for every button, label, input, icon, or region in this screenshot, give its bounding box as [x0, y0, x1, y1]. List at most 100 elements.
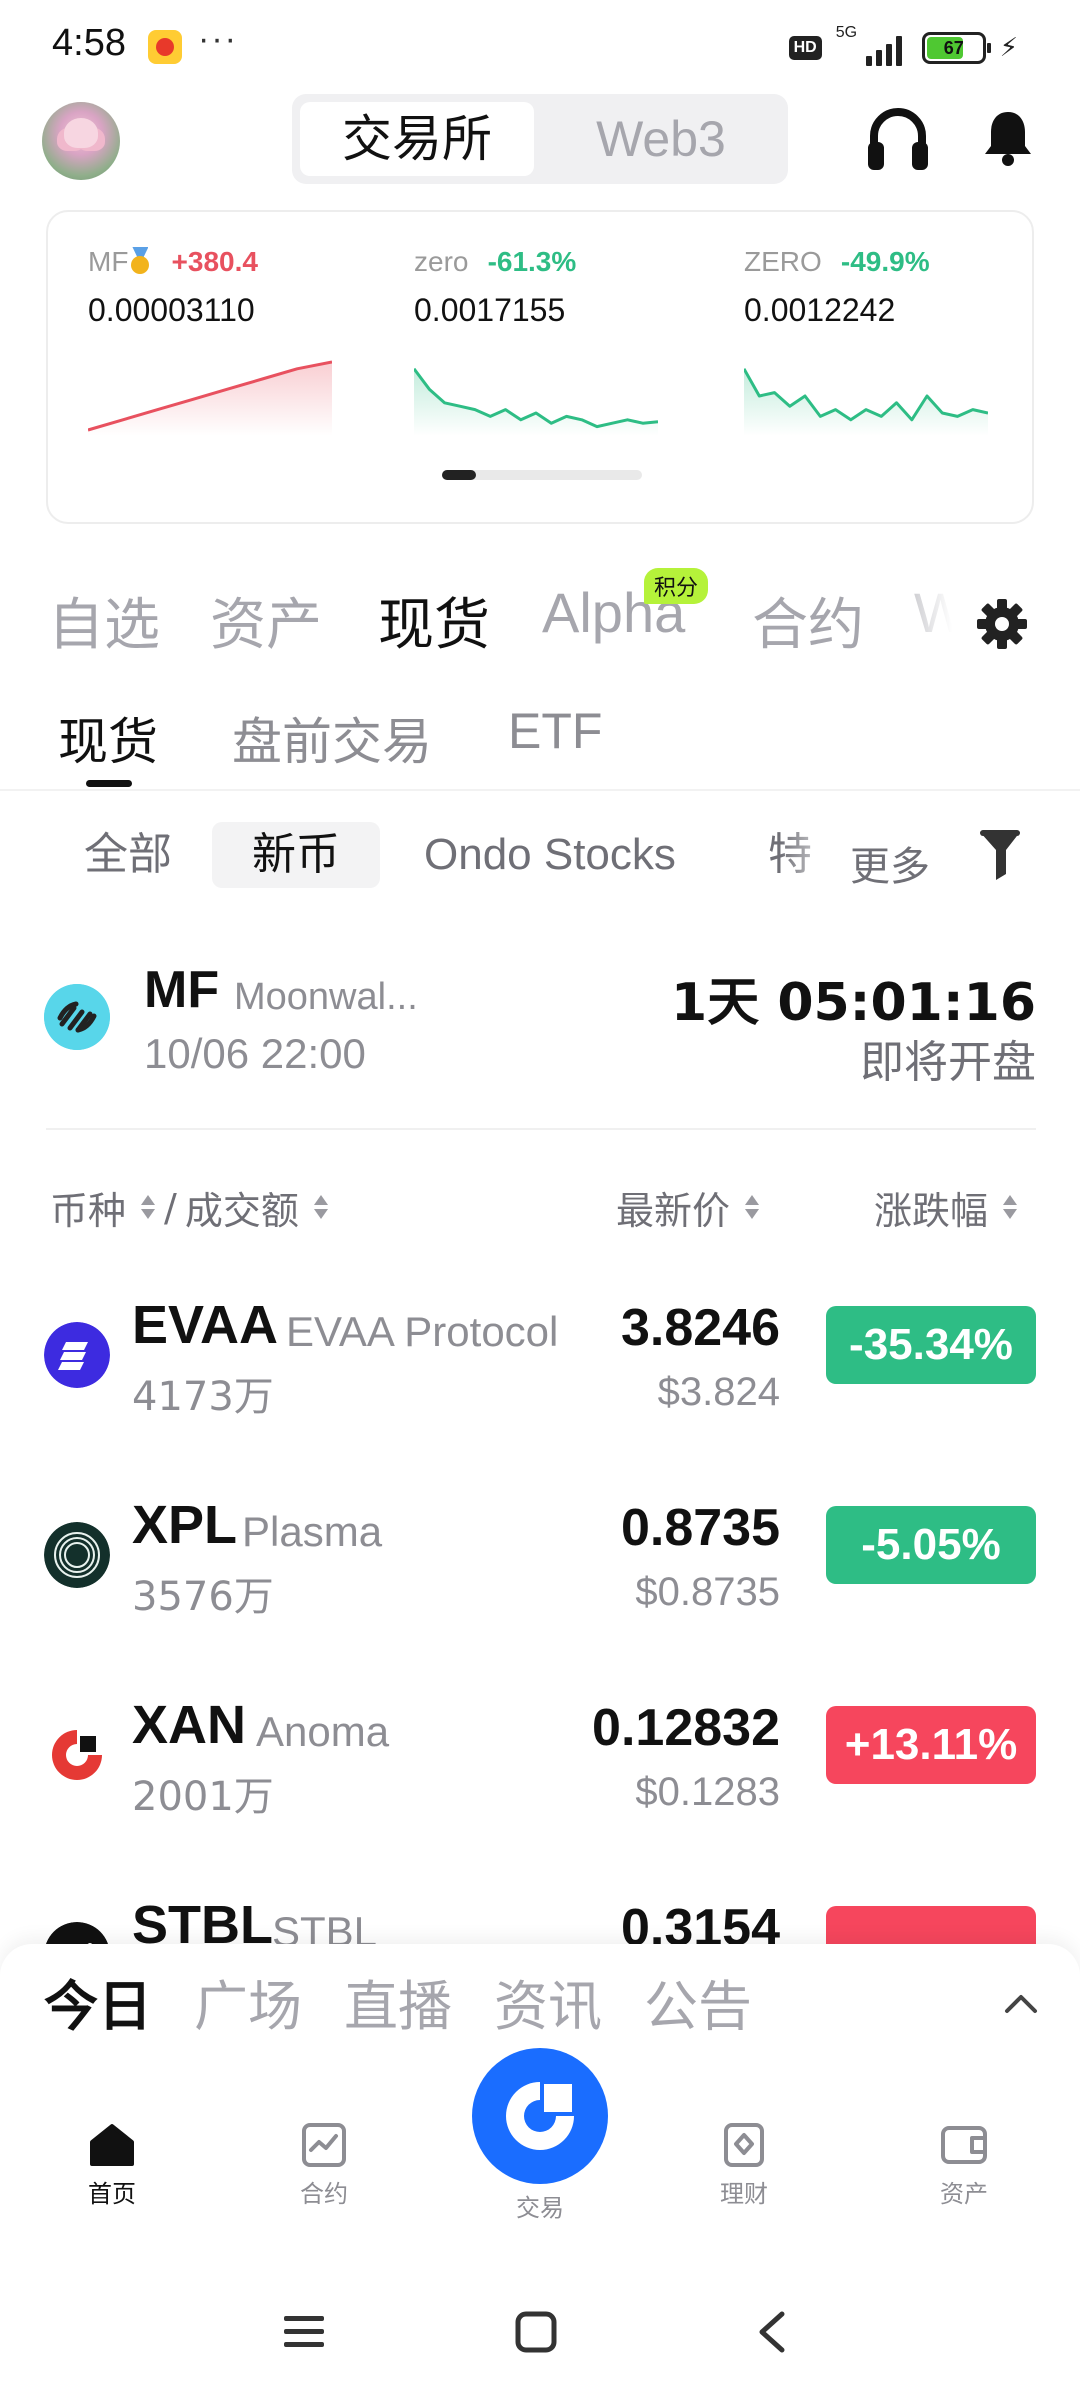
- tab-spot[interactable]: 现货: [378, 580, 490, 660]
- news-tab-square[interactable]: 广场: [194, 1962, 302, 2041]
- ticker-change: -61.3%: [487, 246, 577, 277]
- market-row[interactable]: XAN Anoma 2001万 0.12832 $0.1283 +13.11%: [0, 1678, 1080, 1878]
- status-bar: 4:58 ··· HD 5G 67 ⚡: [0, 0, 1080, 96]
- row-volume: 2001万: [132, 1774, 274, 1820]
- ticker-symbol: MF: [88, 246, 129, 277]
- charging-icon: ⚡: [999, 33, 1018, 63]
- news-tab-today[interactable]: 今日: [44, 1962, 152, 2041]
- avatar[interactable]: [42, 102, 120, 180]
- notification-app-icon: [148, 30, 182, 64]
- tab-futures[interactable]: 合约: [752, 580, 864, 660]
- filter-funnel-icon[interactable]: [976, 826, 1024, 882]
- row-name: Anoma: [256, 1708, 390, 1755]
- row-usd-price: $3.824: [657, 1370, 780, 1414]
- column-coin: 币种: [50, 1189, 127, 1233]
- nav-label: 交易: [516, 2194, 564, 2222]
- column-change: 涨跌幅: [874, 1189, 989, 1233]
- row-change-badge[interactable]: -5.05%: [826, 1506, 1036, 1584]
- subtab-spot[interactable]: 现货: [58, 702, 158, 774]
- chevron-up-icon[interactable]: [1004, 1992, 1038, 2014]
- ticker-price: 0.0012242: [744, 292, 896, 328]
- evaa-coin-logo: [44, 1322, 110, 1388]
- sort-icon: [140, 1191, 156, 1225]
- market-row[interactable]: EVAA EVAA Protocol 4173万 3.8246 $3.824 -…: [0, 1278, 1080, 1478]
- divider: [0, 789, 1080, 791]
- nav-label: 首页: [88, 2180, 136, 2208]
- status-indicators: HD 5G 67 ⚡: [788, 24, 1018, 68]
- hd-voice-icon: HD: [788, 36, 822, 60]
- chips-fade-overlay: [780, 820, 850, 890]
- anoma-coin-logo: [44, 1722, 110, 1788]
- tab-watchlist[interactable]: 自选: [48, 580, 160, 660]
- row-change-badge[interactable]: -35.34%: [826, 1306, 1036, 1384]
- market-row[interactable]: XPL Plasma 3576万 0.8735 $0.8735 -5.05%: [0, 1478, 1080, 1678]
- tab-assets[interactable]: 资产: [210, 580, 322, 660]
- ticker-carousel[interactable]: MF +380.4 0.00003110 zero -61.3% 0.00171…: [46, 210, 1034, 524]
- sparkline: [414, 367, 658, 436]
- row-price: 3.8246: [620, 1299, 780, 1357]
- gold-medal-icon: [128, 247, 152, 275]
- network-type: 5G: [835, 24, 858, 41]
- filter-all[interactable]: 全部: [84, 822, 172, 888]
- ticker-symbol: zero: [414, 246, 469, 277]
- filter-more[interactable]: 更多: [850, 834, 930, 892]
- filter-new-coins[interactable]: 新币: [212, 822, 380, 888]
- nav-contracts[interactable]: 合约: [264, 2122, 384, 2209]
- signal-icon: 5G: [836, 24, 908, 68]
- column-price: 最新价: [616, 1189, 731, 1233]
- ticker-change: +380.4: [171, 246, 258, 277]
- moonwalk-coin-logo: [44, 984, 110, 1050]
- subtab-etf[interactable]: ETF: [508, 702, 602, 760]
- row-usd-price: $0.1283: [635, 1770, 780, 1814]
- column-header-price[interactable]: 最新价: [616, 1180, 760, 1235]
- back-icon[interactable]: [752, 2310, 792, 2354]
- news-tab-announcements[interactable]: 公告: [644, 1962, 752, 2041]
- support-headset-icon[interactable]: [866, 106, 930, 172]
- ticker-change: -49.9%: [840, 246, 930, 277]
- news-tab-news[interactable]: 资讯: [494, 1962, 602, 2041]
- ticker-card-item[interactable]: MF +380.4 0.00003110: [88, 246, 338, 436]
- subtab-active-indicator: [86, 780, 132, 787]
- exchange-web3-switch: 交易所 Web3: [292, 94, 788, 184]
- nav-assets[interactable]: 资产: [904, 2122, 1024, 2209]
- filter-ondo-stocks[interactable]: Ondo Stocks: [424, 822, 676, 888]
- column-volume: 成交额: [184, 1189, 299, 1233]
- new-listing-date: 10/06 22:00: [144, 1030, 366, 1077]
- nav-earn[interactable]: 理财: [684, 2122, 804, 2209]
- recent-apps-icon[interactable]: [282, 2310, 326, 2354]
- battery-level: 67: [943, 38, 964, 58]
- row-symbol: EVAA: [132, 1295, 279, 1355]
- nav-home[interactable]: 首页: [52, 2122, 172, 2209]
- divider: [46, 1128, 1036, 1130]
- column-header-change[interactable]: 涨跌幅: [874, 1180, 1018, 1235]
- ticker-price: 0.00003110: [88, 292, 255, 328]
- nav-trade-button[interactable]: [472, 2048, 608, 2184]
- ticker-card-item[interactable]: ZERO -49.9% 0.0012242: [744, 246, 994, 436]
- plasma-coin-logo: [44, 1522, 110, 1588]
- gear-icon[interactable]: [976, 598, 1028, 650]
- row-name: Plasma: [242, 1508, 383, 1555]
- nav-label: 资产: [940, 2180, 988, 2208]
- news-tab-live[interactable]: 直播: [344, 1962, 452, 2041]
- row-symbol: XPL: [132, 1495, 238, 1555]
- new-listing-symbol: MF: [144, 961, 220, 1019]
- ticker-card-item[interactable]: zero -61.3% 0.0017155: [414, 246, 664, 436]
- notification-bell-icon[interactable]: [982, 108, 1034, 168]
- carousel-indicator-thumb: [442, 470, 476, 480]
- market-main-tabs: 自选 资产 现货 Alpha 合约 W: [48, 580, 968, 660]
- segment-web3[interactable]: Web3: [542, 102, 780, 176]
- row-price: 0.8735: [620, 1499, 780, 1557]
- points-badge: 积分: [644, 568, 709, 604]
- sparkline: [744, 368, 988, 436]
- ticker-price: 0.0017155: [414, 292, 566, 328]
- home-button-icon[interactable]: [514, 2310, 558, 2354]
- column-header-coin-volume[interactable]: 币种 / 成交额: [50, 1180, 329, 1235]
- segment-exchange[interactable]: 交易所: [300, 102, 534, 176]
- trade-icon: [506, 2082, 574, 2150]
- row-change-badge[interactable]: +13.11%: [826, 1706, 1036, 1784]
- new-listing-name: Moonwal...: [234, 976, 418, 1018]
- subtab-premarket[interactable]: 盘前交易: [232, 702, 432, 774]
- row-symbol: XAN: [132, 1695, 247, 1755]
- sort-icon: [313, 1191, 329, 1225]
- battery-icon: 67: [921, 32, 991, 64]
